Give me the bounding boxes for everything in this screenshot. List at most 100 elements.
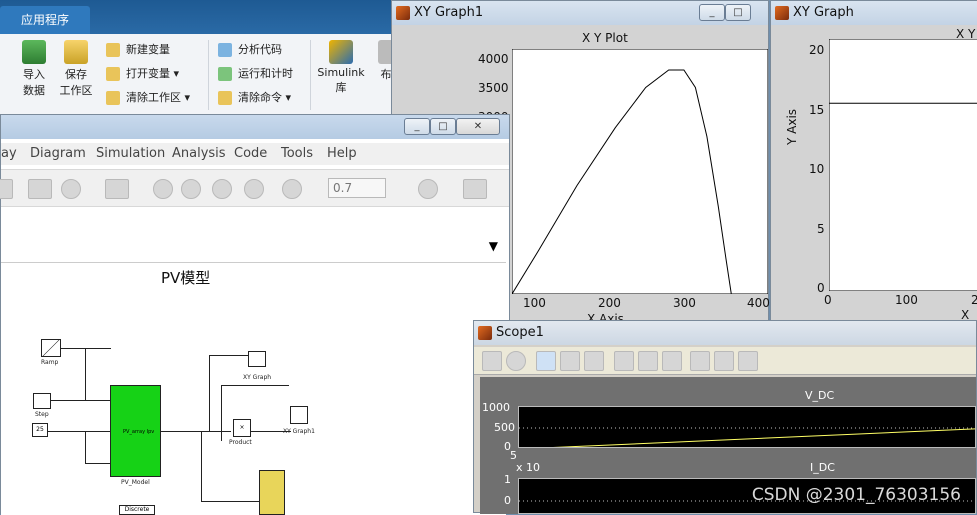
constant-block[interactable]: 25 <box>32 423 48 437</box>
xy-graph1-block-label: XY Graph1 <box>283 428 315 435</box>
menu-analysis[interactable]: Analysis <box>172 146 226 161</box>
model-title: PV模型 <box>161 269 211 287</box>
signal-line <box>85 348 86 400</box>
lock-icon[interactable] <box>714 351 734 371</box>
print-icon[interactable] <box>482 351 502 371</box>
xy-graph1-titlebar[interactable]: XY Graph1 _ □ <box>392 1 768 25</box>
matlab-figure-icon <box>396 6 410 20</box>
open-variable-button[interactable]: 打开变量 ▾ <box>106 64 179 84</box>
record-icon[interactable] <box>282 179 302 199</box>
floating-scope-icon[interactable] <box>690 351 710 371</box>
menu-simulation[interactable]: Simulation <box>96 146 165 161</box>
menu-display[interactable]: ay <box>1 146 17 161</box>
scope-plot1-axes <box>518 406 976 448</box>
analyze-code-button[interactable]: 分析代码 <box>218 40 282 60</box>
y-tick-label: 500 <box>494 421 515 434</box>
pv-model-label: PV_Model <box>121 479 150 486</box>
y-tick-label: 4000 <box>478 52 509 66</box>
clear-commands-button[interactable]: 清除命令 ▾ <box>218 88 291 108</box>
minimize-button[interactable]: _ <box>699 4 725 21</box>
signal-line <box>201 501 261 502</box>
simulink-model-window: _ □ ✕ ay Diagram Simulation Analysis Cod… <box>0 114 510 515</box>
x-tick-label: 0 <box>824 293 832 307</box>
matlab-ribbon: 应用程序 导入 数据 保存 工作区 新建变量 打开变量 ▾ 清除工作区 ▾ 分析… <box>0 0 400 118</box>
stop-icon[interactable] <box>244 179 264 199</box>
signal-selection-icon[interactable] <box>738 351 758 371</box>
new-variable-button[interactable]: 新建变量 <box>106 40 170 60</box>
product-block-label: Product <box>229 439 252 446</box>
signal-line <box>221 385 289 386</box>
y-tick-label: 1000 <box>482 401 510 414</box>
import-data-button[interactable]: 导入 数据 <box>12 40 56 98</box>
build-icon[interactable] <box>463 179 487 199</box>
pv-model-inner-label: PV_array Ipv <box>123 429 155 435</box>
ribbon-separator <box>208 40 209 110</box>
xy-graph-block[interactable] <box>248 351 266 367</box>
gear-icon[interactable] <box>506 351 526 371</box>
zoom-y-icon[interactable] <box>584 351 604 371</box>
menu-code[interactable]: Code <box>234 146 267 161</box>
signal-line <box>209 355 249 356</box>
x-tick-label: 2 <box>971 293 977 307</box>
xy-graph1-plot-title: X Y Plot <box>582 31 628 45</box>
library-browser-icon[interactable] <box>28 179 52 199</box>
close-button[interactable]: ✕ <box>456 118 500 135</box>
signal-line <box>85 431 86 463</box>
xy-graph-ylabel: Y Axis <box>785 108 799 145</box>
save-workspace-button[interactable]: 保存 工作区 <box>54 40 98 98</box>
ramp-block[interactable] <box>41 339 61 357</box>
up-arrow-icon[interactable] <box>0 179 13 199</box>
open-variable-icon <box>106 67 120 81</box>
xy-graph1-window-title: XY Graph1 <box>414 5 484 20</box>
check-icon[interactable] <box>418 179 438 199</box>
model-canvas[interactable]: PV模型 Ramp Step 25 PV_array Ipv PV_Model … <box>1 265 506 515</box>
y-tick-label: 15 <box>809 103 825 117</box>
x-tick-label: 100 <box>895 293 918 307</box>
run-icon[interactable] <box>181 179 201 199</box>
menu-tools[interactable]: Tools <box>281 146 313 161</box>
run-and-time-button[interactable]: 运行和计时 <box>218 64 293 84</box>
menu-diagram[interactable]: Diagram <box>30 146 86 161</box>
y-tick-label: 5 <box>817 222 825 236</box>
zoom-in-icon[interactable] <box>536 351 556 371</box>
x-tick-label: 100 <box>523 296 546 310</box>
xy-graph1-block[interactable] <box>290 406 308 424</box>
xy-graph1-axes <box>512 49 768 294</box>
clear-workspace-button[interactable]: 清除工作区 ▾ <box>106 88 190 108</box>
save-workspace-icon <box>64 40 88 64</box>
maximize-button[interactable]: □ <box>430 118 456 135</box>
simulink-library-button[interactable]: Simulink 库 <box>316 40 366 95</box>
product-block[interactable]: × <box>233 419 251 437</box>
chevron-down-icon[interactable]: ▼ <box>489 239 498 253</box>
step-forward-icon[interactable] <box>212 179 232 199</box>
model-breadcrumb-bar[interactable]: ▼ <box>1 233 506 263</box>
step-block[interactable] <box>33 393 51 409</box>
step-back-icon[interactable] <box>153 179 173 199</box>
y-tick-label: 0 <box>504 494 511 507</box>
gear-icon[interactable] <box>61 179 81 199</box>
pv-model-subsystem[interactable]: PV_array Ipv <box>110 385 161 477</box>
scope1-window-title: Scope1 <box>496 325 544 340</box>
menu-help[interactable]: Help <box>327 146 357 161</box>
xy-graph-titlebar[interactable]: XY Graph <box>771 1 977 25</box>
matlab-figure-icon <box>775 6 789 20</box>
restore-axes-icon[interactable] <box>662 351 682 371</box>
maximize-button[interactable]: □ <box>725 4 751 21</box>
autoscale-icon[interactable] <box>614 351 634 371</box>
scope1-toolbar <box>474 347 976 375</box>
tab-apps[interactable]: 应用程序 <box>0 6 90 34</box>
minimize-button[interactable]: _ <box>404 118 430 135</box>
scope-subsystem-block[interactable] <box>259 470 285 515</box>
zoom-x-icon[interactable] <box>560 351 580 371</box>
powergui-block[interactable]: Discrete <box>119 505 155 515</box>
model-explorer-icon[interactable] <box>105 179 129 199</box>
simulink-titlebar[interactable]: _ □ ✕ <box>1 115 509 139</box>
xy-graph-window-title: XY Graph <box>793 5 854 20</box>
scope1-titlebar[interactable]: Scope1 <box>474 321 976 345</box>
save-axes-icon[interactable] <box>638 351 658 371</box>
run-and-time-icon <box>218 67 232 81</box>
scope-plot2-title: I_DC <box>810 461 835 474</box>
stop-time-input[interactable]: 0.7 <box>328 178 386 198</box>
clear-workspace-icon <box>106 91 120 105</box>
exponent-label: x 10 <box>516 461 541 474</box>
